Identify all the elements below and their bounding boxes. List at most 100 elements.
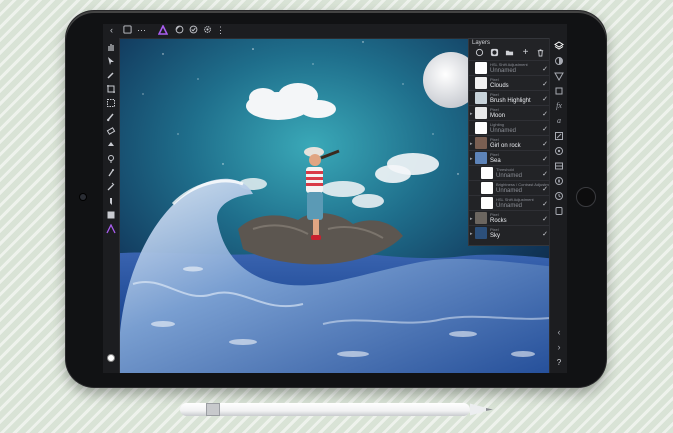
layer-type-label: HSL Shift Adjustment — [490, 62, 528, 67]
smudge-tool-icon[interactable] — [106, 196, 116, 206]
expand-caret-icon[interactable]: ▸ — [470, 231, 473, 237]
layer-name-label: Unnamed — [496, 173, 523, 179]
color-icon[interactable] — [554, 146, 564, 156]
layer-row[interactable]: HSL Shift Adjustment Unnamed ✓ — [469, 60, 551, 75]
shape-tool-icon[interactable] — [106, 210, 116, 220]
layer-name-label: Unnamed — [490, 68, 517, 74]
documents-icon[interactable] — [122, 25, 133, 36]
paint-brush-icon[interactable] — [106, 112, 116, 122]
layer-name-label: Moon — [490, 113, 506, 119]
clone-tool-icon[interactable] — [106, 168, 116, 178]
fill-tool-icon[interactable] — [106, 140, 116, 150]
move-tool-icon[interactable] — [106, 56, 116, 66]
pen-tool-icon[interactable] — [106, 224, 116, 234]
layer-type-label: Threshold — [496, 167, 514, 172]
visibility-check-icon[interactable]: ✓ — [542, 125, 548, 133]
layer-type-label: Pixel — [490, 212, 499, 217]
eraser-icon[interactable] — [106, 126, 116, 136]
layer-row[interactable]: HSL Shift Adjustment Unnamed ✓ — [469, 195, 551, 210]
layer-name-label: Rocks — [490, 218, 507, 224]
app-screen: ‹ ⋯ ⋮ Layers + HSL Shift Adjustment Unna… — [103, 24, 567, 373]
visibility-check-icon[interactable]: ✓ — [542, 230, 548, 238]
back-icon[interactable]: ‹ — [106, 25, 117, 36]
selection-brush-icon[interactable] — [106, 98, 116, 108]
front-camera — [80, 194, 86, 200]
snapping-icon[interactable] — [188, 25, 199, 36]
brushes-icon[interactable] — [554, 131, 564, 141]
layer-row[interactable]: ▸ Pixel Moon ✓ — [469, 105, 551, 120]
visibility-check-icon[interactable]: ✓ — [542, 110, 548, 118]
layer-row[interactable]: Lighting Unnamed ✓ — [469, 120, 551, 135]
layer-thumbnail — [481, 197, 493, 209]
fx-icon[interactable]: fx — [554, 101, 564, 111]
effects-icon[interactable] — [554, 71, 564, 81]
layer-thumbnail — [475, 92, 487, 104]
collapse-right-icon[interactable]: › — [554, 342, 564, 352]
visibility-check-icon[interactable]: ✓ — [542, 200, 548, 208]
hand-tool-icon[interactable] — [106, 42, 116, 52]
layer-thumbnail — [475, 77, 487, 89]
visibility-check-icon[interactable]: ✓ — [542, 80, 548, 88]
layer-row[interactable]: Pixel Brush Highlight ✓ — [469, 90, 551, 105]
expand-caret-icon[interactable]: ▸ — [470, 141, 473, 147]
layer-row[interactable]: Pixel Clouds ✓ — [469, 75, 551, 90]
collapse-left-icon[interactable]: ‹ — [554, 327, 564, 337]
visibility-check-icon[interactable]: ✓ — [542, 170, 548, 178]
layer-name-label: Unnamed — [496, 188, 523, 194]
character-icon[interactable]: a — [554, 116, 564, 126]
styles-icon[interactable] — [554, 86, 564, 96]
layer-thumbnail — [481, 167, 493, 179]
dodge-tool-icon[interactable] — [106, 154, 116, 164]
more-icon[interactable]: ⋯ — [136, 25, 147, 36]
layer-thumbnail — [481, 182, 493, 194]
channels-icon[interactable] — [554, 206, 564, 216]
layer-row[interactable]: ▸ Pixel Sea ✓ — [469, 150, 551, 165]
expand-caret-icon[interactable]: ▸ — [470, 156, 473, 162]
layer-thumbnail — [475, 137, 487, 149]
layer-row[interactable]: ▸ Pixel Rocks ✓ — [469, 210, 551, 225]
expand-caret-icon[interactable]: ▸ — [470, 111, 473, 117]
color-picker-icon[interactable] — [106, 70, 116, 80]
crop-tool-icon[interactable] — [106, 84, 116, 94]
layers-panel: Layers + HSL Shift Adjustment Unnamed ✓ Pix… — [468, 38, 554, 246]
color-swatch-icon[interactable] — [106, 353, 116, 363]
visibility-check-icon[interactable]: ✓ — [542, 140, 548, 148]
help-icon[interactable]: ? — [554, 358, 564, 368]
settings-icon[interactable] — [202, 25, 213, 36]
layer-thumbnail — [475, 62, 487, 74]
layer-type-label: Pixel — [490, 92, 499, 97]
visibility-check-icon[interactable]: ✓ — [542, 215, 548, 223]
inpainting-icon[interactable] — [106, 182, 116, 192]
visibility-check-icon[interactable]: ✓ — [542, 65, 548, 73]
layer-name-label: Sea — [490, 158, 501, 164]
ipad-device: ‹ ⋯ ⋮ Layers + HSL Shift Adjustment Unna… — [66, 11, 606, 387]
layer-thumbnail — [475, 212, 487, 224]
visibility-check-icon[interactable]: ✓ — [542, 95, 548, 103]
history-icon[interactable] — [174, 25, 185, 36]
layer-type-label: Pixel — [490, 152, 499, 157]
visibility-check-icon[interactable]: ✓ — [542, 185, 548, 193]
mask-layer-icon[interactable] — [490, 48, 499, 57]
opacity-icon[interactable] — [475, 48, 484, 57]
layer-type-label: Pixel — [490, 107, 499, 112]
layer-type-label: Pixel — [490, 227, 499, 232]
expand-caret-icon[interactable]: ▸ — [470, 216, 473, 222]
home-button[interactable] — [576, 187, 596, 207]
delete-layer-icon[interactable] — [536, 48, 545, 57]
affinity-persona-icon[interactable] — [157, 24, 169, 36]
layer-name-label: Sky — [490, 233, 501, 239]
layer-row[interactable]: ▸ Pixel Sky ✓ — [469, 225, 551, 240]
layer-row[interactable]: Threshold Unnamed ✓ — [469, 165, 551, 180]
visibility-check-icon[interactable]: ✓ — [542, 155, 548, 163]
swatches-icon[interactable] — [554, 161, 564, 171]
menu-more-icon[interactable]: ⋮ — [216, 25, 225, 36]
layer-row[interactable]: ▸ Pixel Girl on rock ✓ — [469, 135, 551, 150]
navigator-icon[interactable] — [554, 176, 564, 186]
adjustments-icon[interactable] — [554, 56, 564, 66]
group-folder-icon[interactable] — [505, 48, 514, 57]
layer-type-label: Pixel — [490, 77, 499, 82]
add-layer-icon[interactable]: + — [521, 48, 530, 58]
layer-row[interactable]: Brightness / Contrast Adjustment Unnamed ✓ — [469, 180, 554, 195]
layers-icon[interactable] — [554, 41, 564, 51]
history-panel-icon[interactable] — [554, 191, 564, 201]
